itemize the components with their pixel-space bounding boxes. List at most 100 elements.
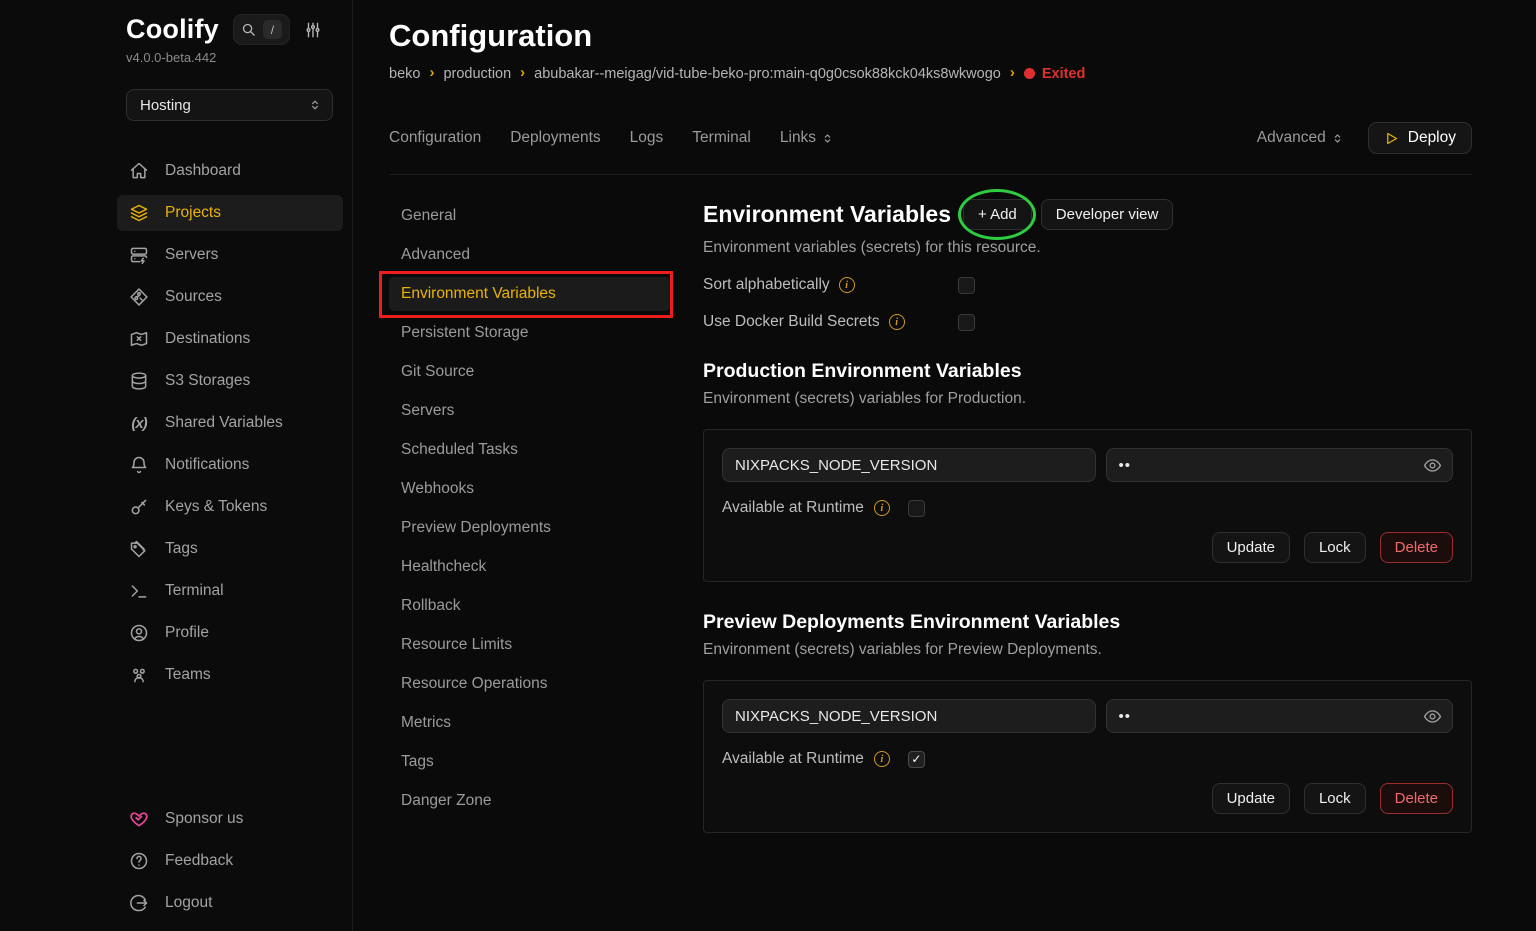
sidebar-item-notifications[interactable]: Notifications	[117, 447, 343, 483]
tab-deployments[interactable]: Deployments	[510, 129, 600, 147]
config-nav-environment-variables[interactable]: Environment Variables	[389, 277, 670, 311]
config-nav-healthcheck[interactable]: Healthcheck	[389, 550, 670, 584]
search-button[interactable]: /	[233, 14, 290, 45]
lock-button[interactable]: Lock	[1304, 783, 1366, 814]
config-nav-metrics[interactable]: Metrics	[389, 706, 670, 740]
sidebar-item-terminal[interactable]: Terminal	[117, 573, 343, 609]
available-at-runtime-checkbox[interactable]: ✓	[908, 751, 925, 768]
sidebar-item-label: Profile	[165, 624, 209, 642]
map-icon	[129, 329, 149, 349]
sidebar-item-s3-storages[interactable]: S3 Storages	[117, 363, 343, 399]
sidebar-item-dashboard[interactable]: Dashboard	[117, 153, 343, 189]
tab-configuration[interactable]: Configuration	[389, 129, 481, 147]
info-icon[interactable]: i	[874, 751, 890, 767]
tab-logs[interactable]: Logs	[630, 129, 664, 147]
sidebar-item-sources[interactable]: Sources	[117, 279, 343, 315]
config-nav-danger-zone[interactable]: Danger Zone	[389, 784, 670, 818]
deploy-button[interactable]: Deploy	[1368, 122, 1472, 154]
config-nav-webhooks[interactable]: Webhooks	[389, 472, 670, 506]
lock-button[interactable]: Lock	[1304, 532, 1366, 563]
sidebar-item-shared-variables[interactable]: (x) Shared Variables	[117, 405, 343, 441]
sidebar-item-feedback[interactable]: Feedback	[117, 843, 343, 879]
sidebar-item-label: Destinations	[165, 330, 250, 348]
add-variable-button[interactable]: + Add	[963, 199, 1032, 230]
sidebar-item-profile[interactable]: Profile	[117, 615, 343, 651]
config-nav-rollback[interactable]: Rollback	[389, 589, 670, 623]
status-badge[interactable]: Exited	[1024, 66, 1086, 82]
sort-alphabetically-checkbox[interactable]: ✓	[958, 277, 975, 294]
bell-icon	[129, 455, 149, 475]
home-icon	[129, 161, 149, 181]
sidebar-item-logout[interactable]: Logout	[117, 885, 343, 921]
sidebar-item-teams[interactable]: Teams	[117, 657, 343, 693]
production-variable-card: Available at Runtime i ✓ Update Lock Del…	[703, 429, 1472, 582]
update-button[interactable]: Update	[1212, 783, 1290, 814]
server-icon	[129, 245, 149, 265]
config-nav: General Advanced Environment Variables P…	[389, 199, 670, 833]
git-source-icon	[129, 287, 149, 307]
variable-value-input[interactable]	[1106, 699, 1454, 733]
info-icon[interactable]: i	[874, 500, 890, 516]
config-nav-git-source[interactable]: Git Source	[389, 355, 670, 389]
users-icon	[129, 665, 149, 685]
variable-key-input[interactable]	[722, 699, 1096, 733]
config-nav-tags[interactable]: Tags	[389, 745, 670, 779]
tab-links[interactable]: Links	[780, 129, 834, 147]
variable-icon: (x)	[129, 413, 149, 433]
config-nav-scheduled-tasks[interactable]: Scheduled Tasks	[389, 433, 670, 467]
sidebar-item-label: Terminal	[165, 582, 224, 600]
settings-sliders-icon[interactable]	[304, 21, 322, 39]
env-variables-panel: Environment Variables + Add Developer vi…	[703, 199, 1472, 833]
breadcrumb-team[interactable]: beko	[389, 66, 420, 82]
config-nav-resource-operations[interactable]: Resource Operations	[389, 667, 670, 701]
sidebar-item-keys-tokens[interactable]: Keys & Tokens	[117, 489, 343, 525]
sidebar: Coolify / v4.0.0-beta.442 Hosting Da	[0, 0, 353, 931]
search-icon	[241, 22, 256, 37]
developer-view-button[interactable]: Developer view	[1041, 199, 1174, 230]
config-nav-preview-deployments[interactable]: Preview Deployments	[389, 511, 670, 545]
sidebar-item-projects[interactable]: Projects	[117, 195, 343, 231]
available-at-runtime-checkbox[interactable]: ✓	[908, 500, 925, 517]
advanced-dropdown[interactable]: Advanced	[1257, 129, 1344, 147]
app-layout: Coolify / v4.0.0-beta.442 Hosting Da	[0, 0, 1536, 931]
docker-build-secrets-row: Use Docker Build Secrets i ✓	[703, 313, 1472, 331]
preview-section-title: Preview Deployments Environment Variable…	[703, 611, 1472, 634]
docker-build-secrets-checkbox[interactable]: ✓	[958, 314, 975, 331]
breadcrumb-environment[interactable]: production	[443, 66, 511, 82]
delete-button[interactable]: Delete	[1380, 532, 1453, 563]
config-nav-advanced[interactable]: Advanced	[389, 238, 670, 272]
env-variables-subtitle: Environment variables (secrets) for this…	[703, 239, 1472, 257]
chevron-right-icon: ›	[429, 64, 434, 81]
user-circle-icon	[129, 623, 149, 643]
variable-value-input[interactable]	[1106, 448, 1454, 482]
status-label: Exited	[1042, 66, 1086, 82]
deploy-label: Deploy	[1408, 129, 1456, 147]
variable-key-input[interactable]	[722, 448, 1096, 482]
sidebar-item-sponsor[interactable]: Sponsor us	[117, 801, 343, 837]
breadcrumb-resource[interactable]: abubakar--meigag/vid-tube-beko-pro:main-…	[534, 66, 1001, 82]
sidebar-item-servers[interactable]: Servers	[117, 237, 343, 273]
status-dot-icon	[1024, 68, 1035, 79]
eye-icon[interactable]	[1423, 448, 1442, 482]
sidebar-item-label: Sponsor us	[165, 810, 243, 828]
sidebar-item-label: Feedback	[165, 852, 233, 870]
question-circle-icon	[129, 851, 149, 871]
sidebar-item-destinations[interactable]: Destinations	[117, 321, 343, 357]
config-nav-resource-limits[interactable]: Resource Limits	[389, 628, 670, 662]
sidebar-item-tags[interactable]: Tags	[117, 531, 343, 567]
sidebar-item-label: Projects	[165, 204, 221, 222]
tag-icon	[129, 539, 149, 559]
tab-terminal[interactable]: Terminal	[692, 129, 751, 147]
eye-icon[interactable]	[1423, 699, 1442, 733]
database-icon	[129, 371, 149, 391]
config-nav-persistent-storage[interactable]: Persistent Storage	[389, 316, 670, 350]
available-at-runtime-row: Available at Runtime i ✓	[722, 750, 1453, 768]
info-icon[interactable]: i	[889, 314, 905, 330]
sidebar-header: Coolify / v4.0.0-beta.442	[126, 14, 334, 65]
config-nav-servers[interactable]: Servers	[389, 394, 670, 428]
config-nav-general[interactable]: General	[389, 199, 670, 233]
update-button[interactable]: Update	[1212, 532, 1290, 563]
team-select[interactable]: Hosting	[126, 89, 333, 121]
delete-button[interactable]: Delete	[1380, 783, 1453, 814]
info-icon[interactable]: i	[839, 277, 855, 293]
